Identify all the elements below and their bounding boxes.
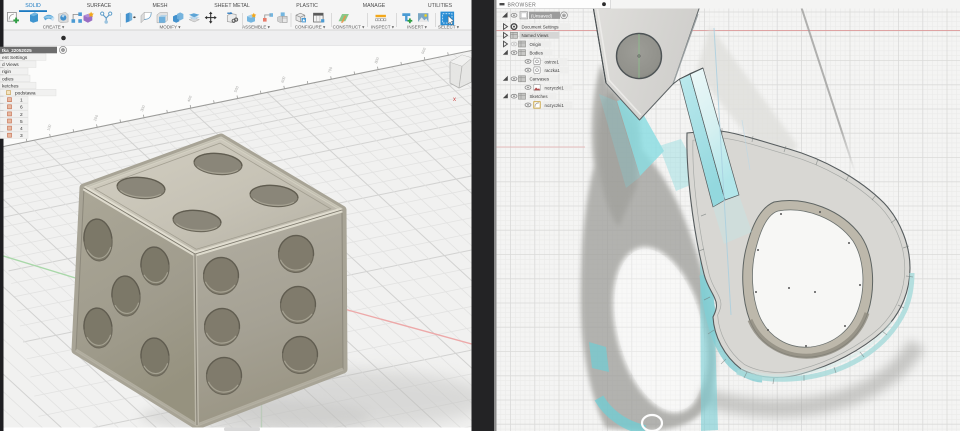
svg-text:odies: odies bbox=[2, 76, 14, 82]
svg-text:UTILITIES: UTILITIES bbox=[428, 3, 453, 9]
svg-text:ostrze1: ostrze1 bbox=[545, 59, 560, 64]
svg-text:Sketches: Sketches bbox=[530, 94, 549, 99]
svg-text:6: 6 bbox=[20, 105, 23, 111]
svg-text:4: 4 bbox=[20, 126, 23, 132]
svg-text:Bodies: Bodies bbox=[530, 51, 544, 56]
svg-text:MODIFY ▾: MODIFY ▾ bbox=[160, 25, 182, 30]
svg-text:SELECT ▾: SELECT ▾ bbox=[438, 25, 460, 30]
svg-text:INSPECT ▾: INSPECT ▾ bbox=[371, 25, 395, 30]
svg-text:MESH: MESH bbox=[153, 3, 168, 9]
svg-text:2: 2 bbox=[20, 112, 23, 118]
svg-text:podstawa: podstawa bbox=[15, 91, 36, 97]
svg-text:1: 1 bbox=[20, 98, 23, 104]
svg-text:BROWSER: BROWSER bbox=[508, 2, 537, 8]
svg-text:ketches: ketches bbox=[2, 83, 19, 89]
svg-text:CONFIGURE ▾: CONFIGURE ▾ bbox=[295, 25, 326, 30]
svg-text:5: 5 bbox=[20, 119, 23, 125]
svg-text:3: 3 bbox=[20, 133, 23, 139]
svg-text:raczka1: raczka1 bbox=[545, 68, 561, 73]
svg-text:⊕: ⊕ bbox=[562, 13, 566, 19]
svg-text:INSERT ▾: INSERT ▾ bbox=[407, 25, 428, 30]
svg-text:nozyczki1: nozyczki1 bbox=[545, 103, 565, 108]
svg-text:d Views: d Views bbox=[2, 62, 19, 68]
svg-text:nozyczki1: nozyczki1 bbox=[545, 85, 565, 90]
svg-text:SHEET METAL: SHEET METAL bbox=[214, 3, 250, 9]
svg-text:Document Settings: Document Settings bbox=[522, 25, 560, 30]
svg-text:MANAGE: MANAGE bbox=[363, 3, 386, 9]
svg-text:ent Settings: ent Settings bbox=[2, 55, 28, 61]
svg-text:rigin: rigin bbox=[2, 69, 11, 75]
svg-text:PLASTIC: PLASTIC bbox=[296, 3, 318, 9]
svg-text:x: x bbox=[453, 97, 456, 103]
svg-text:ASSEMBLE ▾: ASSEMBLE ▾ bbox=[242, 25, 271, 30]
svg-text:Origin: Origin bbox=[530, 42, 542, 47]
svg-text:CONSTRUCT ▾: CONSTRUCT ▾ bbox=[333, 25, 365, 30]
svg-text:Canvases: Canvases bbox=[530, 77, 550, 82]
svg-text:SOLID: SOLID bbox=[25, 3, 41, 9]
svg-text:Named Views: Named Views bbox=[522, 33, 550, 38]
svg-text:CREATE ▾: CREATE ▾ bbox=[43, 25, 65, 30]
svg-text:SURFACE: SURFACE bbox=[87, 3, 112, 9]
svg-text:tka_22052025: tka_22052025 bbox=[2, 48, 32, 53]
svg-text:(Unsaved): (Unsaved) bbox=[531, 13, 553, 18]
